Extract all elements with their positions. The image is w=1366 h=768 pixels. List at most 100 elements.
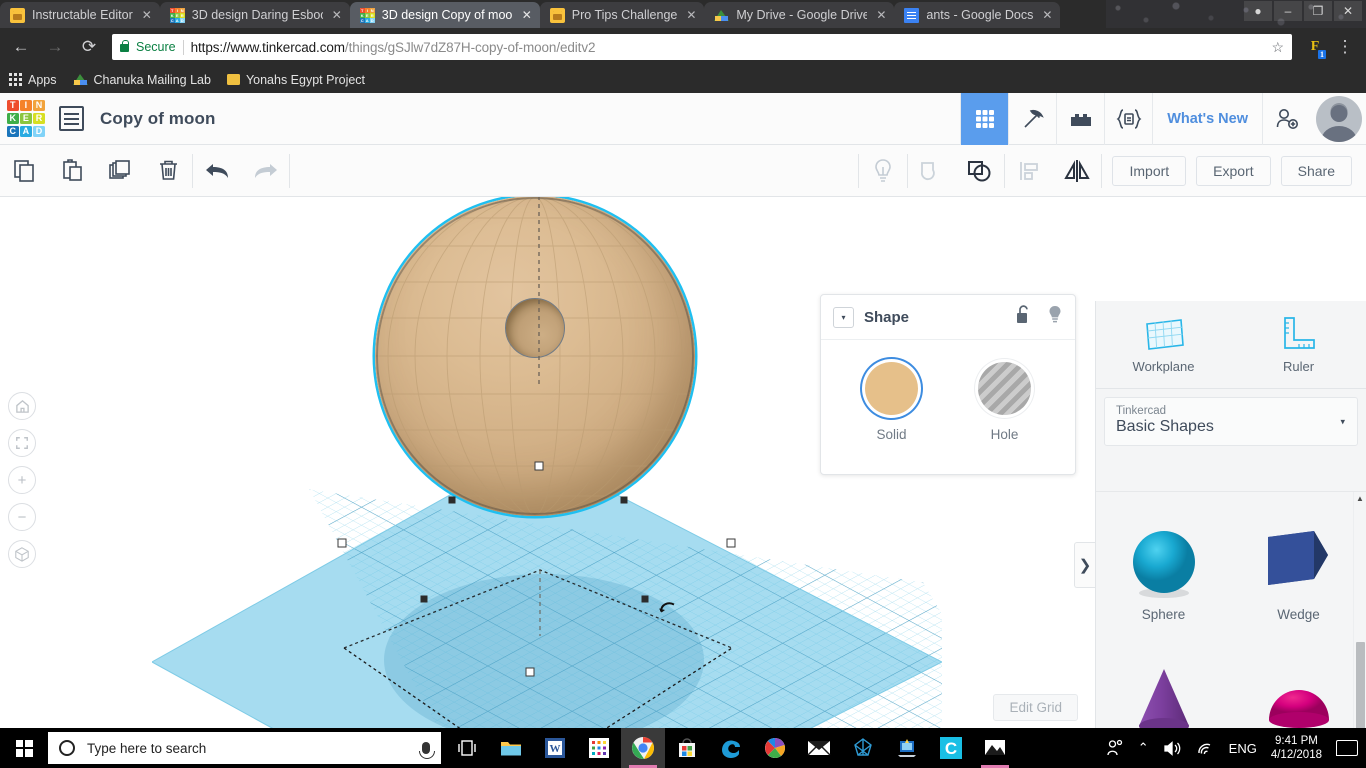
blender-icon[interactable] — [841, 728, 885, 768]
top-handle[interactable] — [534, 461, 544, 471]
paste-icon[interactable] — [48, 145, 96, 197]
remote-desktop-icon[interactable] — [885, 728, 929, 768]
minimize-button[interactable]: – — [1274, 1, 1302, 21]
browser-tab-5[interactable]: ants - Google Docs ✕ — [894, 2, 1061, 28]
corner-handle-left[interactable] — [337, 538, 347, 548]
zoom-in-button[interactable]: + — [8, 466, 36, 494]
mail-icon[interactable] — [797, 728, 841, 768]
browser-tab-2-active[interactable]: TIN KER CAD 3D design Copy of moon ✕ — [349, 2, 540, 28]
chrome-menu-icon[interactable]: ⋮ — [1330, 32, 1360, 62]
tab-close-button[interactable]: ✕ — [684, 8, 698, 22]
invite-user-icon[interactable] — [1262, 92, 1310, 145]
blocks-grid-icon[interactable] — [960, 92, 1009, 145]
taskbar-search[interactable]: Type here to search — [48, 732, 441, 764]
workplane-tool[interactable]: Workplane — [1096, 301, 1231, 388]
wifi-icon[interactable] — [1196, 740, 1215, 756]
tab-close-button[interactable]: ✕ — [140, 8, 154, 22]
ungroup-icon[interactable] — [908, 145, 956, 197]
corner-handle-right[interactable] — [726, 538, 736, 548]
close-window-button[interactable]: ✕ — [1334, 1, 1362, 21]
zoom-out-button[interactable]: − — [8, 503, 36, 531]
file-explorer-icon[interactable] — [489, 728, 533, 768]
edge-icon[interactable] — [709, 728, 753, 768]
people-icon[interactable] — [1106, 739, 1124, 757]
solid-option[interactable]: Solid — [865, 362, 918, 442]
align-icon[interactable] — [1005, 145, 1053, 197]
chrome-icon[interactable] — [621, 728, 665, 768]
corner-handle-front[interactable] — [525, 667, 535, 677]
reload-icon[interactable]: ⟳ — [74, 32, 104, 62]
undo-icon[interactable] — [193, 145, 241, 197]
redo-icon[interactable] — [241, 145, 289, 197]
unlock-icon[interactable] — [1016, 305, 1032, 329]
browser-tab-4[interactable]: My Drive - Google Drive ✕ — [704, 2, 895, 28]
shape-item-sphere[interactable]: Sphere — [1096, 492, 1231, 632]
lightbulb-icon[interactable] — [859, 145, 907, 197]
mirror-icon[interactable] — [1053, 145, 1101, 197]
edge-handle-right[interactable] — [641, 595, 649, 603]
bookmark-chanuka-mailing-lab[interactable]: Chanuka Mailing Lab — [72, 72, 211, 87]
scroll-up-arrow[interactable]: ▲ — [1354, 492, 1366, 506]
lightbulb-icon[interactable] — [1047, 305, 1063, 330]
3d-canvas[interactable]: + − ▾ Shape Solid Hole Edit Grid ❯ Workp… — [0, 197, 1366, 768]
address-bar[interactable]: Secure https://www.tinkercad.com/things/… — [112, 34, 1292, 60]
scrollbar-thumb[interactable] — [1356, 642, 1365, 737]
tab-close-button[interactable]: ✕ — [330, 8, 344, 22]
profile-button[interactable]: ● — [1244, 1, 1272, 21]
whats-new-link[interactable]: What's New — [1152, 92, 1262, 145]
browser-tab-3[interactable]: Pro Tips Challenge ✕ — [539, 2, 705, 28]
shape-item-wedge[interactable]: Wedge — [1231, 492, 1366, 632]
edge-handle-left[interactable] — [420, 595, 428, 603]
panel-collapse-toggle[interactable]: ❯ — [1074, 542, 1095, 588]
picasa-icon[interactable] — [753, 728, 797, 768]
language-indicator[interactable]: ENG — [1229, 741, 1257, 756]
copy-icon[interactable] — [0, 145, 48, 197]
export-button[interactable]: Export — [1196, 155, 1271, 186]
project-list-icon[interactable] — [59, 106, 84, 131]
bookmark-yonahs-egypt-project[interactable]: Yonahs Egypt Project — [226, 73, 365, 87]
ruler-tool[interactable]: Ruler — [1231, 301, 1366, 388]
task-view-icon[interactable] — [445, 728, 489, 768]
photos-icon[interactable] — [973, 728, 1017, 768]
rotate-arrow-icon[interactable] — [658, 599, 678, 622]
tab-close-button[interactable]: ✕ — [1040, 8, 1054, 22]
trash-icon[interactable] — [144, 145, 192, 197]
pickaxe-icon[interactable] — [1008, 92, 1056, 145]
action-center-icon[interactable] — [1336, 740, 1358, 756]
bookmark-star-icon[interactable]: ☆ — [1271, 39, 1284, 56]
clock[interactable]: 9:41 PM 4/12/2018 — [1271, 734, 1322, 762]
share-button[interactable]: Share — [1280, 155, 1352, 186]
bookmark-apps[interactable]: Apps — [9, 73, 57, 87]
library-selector[interactable]: Tinkercad Basic Shapes ▾ — [1104, 397, 1358, 446]
browser-tab-1[interactable]: TIN KER CAD 3D design Daring Esboo ✕ — [159, 2, 350, 28]
import-button[interactable]: Import — [1112, 155, 1187, 186]
volume-icon[interactable] — [1163, 740, 1182, 757]
tinkercad-logo[interactable]: T I N K E R C A D — [7, 99, 45, 138]
codeblocks-icon[interactable] — [1104, 92, 1152, 145]
extension-icon[interactable]: F 1 — [1304, 34, 1326, 60]
side-handle-right[interactable] — [620, 496, 628, 504]
fit-view-button[interactable] — [8, 429, 36, 457]
shapes-scrollbar[interactable]: ▲ ▼ — [1353, 492, 1366, 768]
show-hidden-icons-chevron[interactable]: ⌃ — [1138, 740, 1149, 756]
duplicate-icon[interactable] — [96, 145, 144, 197]
side-handle-left[interactable] — [448, 496, 456, 504]
home-view-button[interactable] — [8, 392, 36, 420]
hole-option[interactable]: Hole — [978, 362, 1031, 442]
orthographic-view-button[interactable] — [8, 540, 36, 568]
back-icon[interactable]: ← — [6, 32, 36, 62]
microsoft-store-icon[interactable] — [665, 728, 709, 768]
c-app-icon[interactable]: C — [929, 728, 973, 768]
browser-tab-0[interactable]: Instructable Editor ✕ — [0, 2, 160, 28]
group-icon[interactable] — [956, 145, 1004, 197]
start-button[interactable] — [0, 728, 48, 768]
brick-icon[interactable] — [1056, 92, 1104, 145]
edit-grid-button[interactable]: Edit Grid — [993, 694, 1078, 721]
collapse-caret-icon[interactable]: ▾ — [833, 306, 854, 328]
maximize-button[interactable]: ❐ — [1304, 1, 1332, 21]
microphone-icon[interactable] — [419, 742, 435, 759]
forward-icon[interactable]: → — [40, 32, 70, 62]
store-grid-icon[interactable] — [577, 728, 621, 768]
avatar[interactable] — [1316, 95, 1362, 142]
tab-close-button[interactable]: ✕ — [874, 8, 888, 22]
